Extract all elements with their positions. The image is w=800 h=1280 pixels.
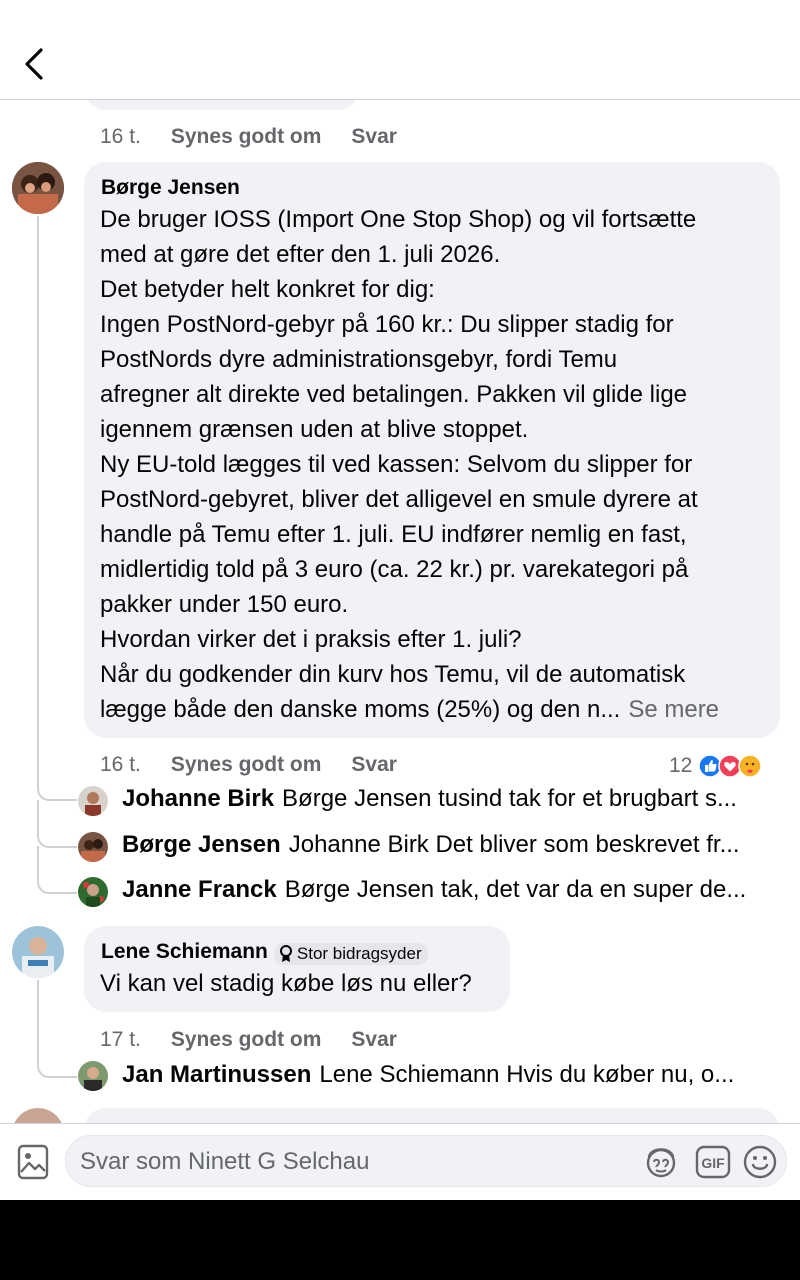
reaction-summary[interactable]: 12 — [669, 753, 766, 779]
comment-author[interactable]: Lene Schiemann — [101, 940, 268, 963]
like-button[interactable]: Synes godt om — [171, 753, 322, 777]
reply-composer: GIF — [0, 1123, 800, 1200]
care-icon — [738, 754, 763, 778]
comment-input-container: GIF — [65, 1135, 787, 1187]
reply-author[interactable]: Janne Franck — [122, 876, 277, 903]
comment-line: PostNord-gebyret, bliver det alligevel e… — [100, 486, 698, 513]
reply-item[interactable]: Børge Jensen Johanne Birk Det bliver som … — [122, 831, 780, 859]
comment-time: 17 t. — [100, 1028, 141, 1051]
comments-screen: 16 t. Synes godt om Svar Børge Jensen De… — [0, 0, 800, 1200]
reply-item[interactable]: Janne Franck Børge Jensen tak, det var da… — [122, 876, 780, 904]
gif-icon[interactable]: GIF — [695, 1145, 731, 1179]
comment-bubble: Lene Schiemann Stor bidragsyder Vi kan ve… — [84, 926, 510, 1012]
contributor-badge: Stor bidragsyder — [273, 942, 428, 965]
comment-time: 16 t. — [100, 125, 141, 148]
thread-connector — [37, 755, 77, 801]
previous-comment-actions: 16 t. Synes godt om Svar — [100, 125, 397, 149]
chevron-left-icon — [25, 48, 43, 80]
reply-text: Johanne Birk Det bliver som beskrevet fr… — [288, 831, 740, 858]
avatar[interactable] — [78, 786, 108, 816]
reply-author[interactable]: Jan Martinussen — [122, 1061, 311, 1088]
photo-icon[interactable] — [17, 1144, 49, 1180]
comment-text: De bruger IOSS (Import One Stop Shop) og… — [100, 202, 776, 727]
comment-line: De bruger IOSS (Import One Stop Shop) og… — [100, 206, 697, 233]
top-bar — [0, 0, 800, 100]
avatar[interactable] — [78, 1061, 108, 1091]
comment-line: afregner alt direkte ved betalingen. Pak… — [100, 381, 688, 408]
reply-text: Børge Jensen tusind tak for et brugbart … — [282, 785, 737, 812]
comment-line: Det betyder helt konkret for dig: — [100, 276, 435, 303]
reply-author[interactable]: Børge Jensen — [122, 831, 281, 858]
emoji-icon[interactable] — [742, 1144, 778, 1180]
like-button[interactable]: Synes godt om — [171, 1028, 322, 1052]
comment-line: pakker under 150 euro. — [100, 591, 349, 618]
comment-line: med at gøre det efter den 1. juli 2026. — [100, 241, 501, 268]
thread-connector — [37, 1030, 77, 1078]
back-button[interactable] — [14, 40, 54, 88]
comment-input[interactable] — [80, 1144, 640, 1180]
comment-actions: 17 t. Synes godt om Svar — [100, 1028, 397, 1052]
comment-author[interactable]: Børge Jensen — [101, 176, 240, 200]
comment-line: midlertidig told på 3 euro (ca. 22 kr.) … — [100, 556, 689, 583]
comment-line: Hvordan virker det i praksis efter 1. ju… — [100, 626, 522, 653]
comment-line: Når du godkender din kurv hos Temu, vil … — [100, 661, 686, 688]
comment-line: PostNords dyre administrationsgebyr, for… — [100, 346, 618, 373]
comment-line: lægge både den danske moms (25%) og den … — [100, 696, 720, 723]
comment-line: Ingen PostNord-gebyr på 160 kr.: Du slip… — [100, 311, 674, 338]
reply-button[interactable]: Svar — [351, 753, 397, 777]
reply-item[interactable]: Jan Martinussen Lene Schiemann Hvis du kø… — [122, 1061, 780, 1089]
reaction-count: 12 — [669, 754, 693, 777]
like-button[interactable]: Synes godt om — [171, 125, 322, 149]
comment-time: 16 t. — [100, 753, 141, 776]
reply-button[interactable]: Svar — [351, 125, 397, 149]
comment-text: Vi kan vel stadig købe løs nu eller? — [100, 970, 472, 997]
comment-bubble: Børge Jensen De bruger IOSS (Import One … — [84, 162, 780, 738]
avatar[interactable] — [12, 162, 64, 214]
avatar[interactable] — [12, 926, 64, 978]
see-more-link[interactable]: Se mere — [628, 696, 719, 723]
avatar[interactable] — [78, 832, 108, 862]
thread-connector — [37, 846, 77, 894]
thread-connector — [37, 800, 77, 848]
comment-actions: 16 t. Synes godt om Svar — [100, 753, 397, 777]
award-icon — [279, 944, 292, 962]
svg-text:GIF: GIF — [701, 1155, 725, 1171]
reply-text: Børge Jensen tak, det var da en super de… — [284, 876, 747, 903]
badge-label: Stor bidragsyder — [296, 943, 422, 963]
reply-author[interactable]: Johanne Birk — [122, 785, 274, 812]
comment-line: Ny EU-told lægges til ved kassen: Selvom… — [100, 451, 693, 478]
reply-text: Lene Schiemann Hvis du køber nu, o... — [319, 1061, 735, 1088]
reply-button[interactable]: Svar — [351, 1028, 397, 1052]
thread-line — [37, 216, 39, 766]
comment-line: handle på Temu efter 1. juli. EU indføre… — [100, 521, 687, 548]
comment-line: igennem grænsen uden at blive stoppet. — [100, 416, 529, 443]
avatar-sticker-icon[interactable] — [642, 1142, 680, 1180]
reply-item[interactable]: Johanne Birk Børge Jensen tusind tak for … — [122, 785, 780, 813]
avatar[interactable] — [78, 877, 108, 907]
